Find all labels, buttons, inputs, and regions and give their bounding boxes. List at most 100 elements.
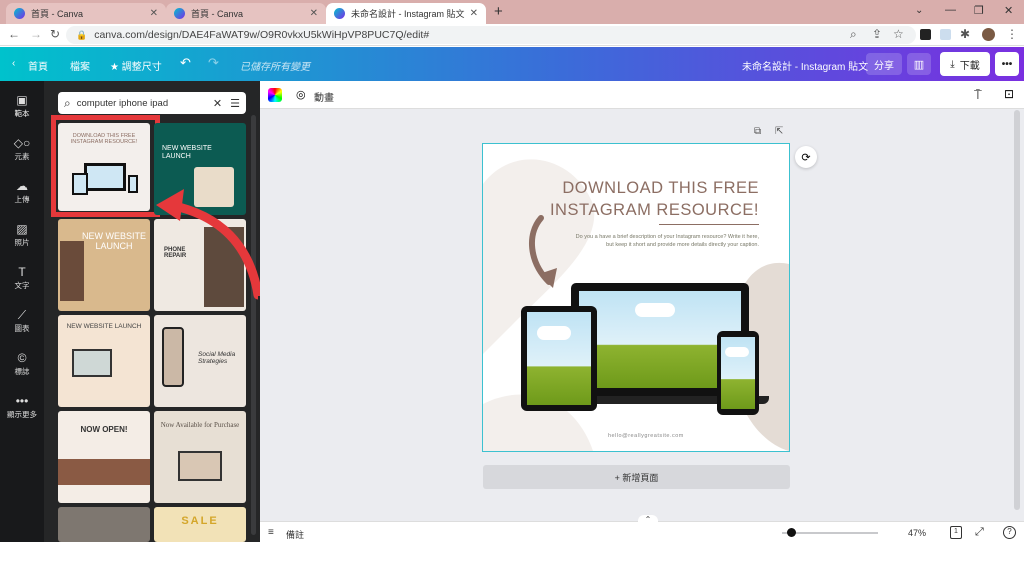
- banner-shape: [58, 459, 150, 485]
- clear-icon[interactable]: ✕: [213, 97, 222, 110]
- phone-screen: [721, 337, 755, 409]
- lock-icon: 🔒: [76, 29, 88, 40]
- close-icon[interactable]: ✕: [310, 8, 318, 19]
- chevron-down-icon[interactable]: ⌄: [915, 5, 923, 16]
- rail-item-uploads[interactable]: ☁ 上傳: [0, 179, 44, 205]
- animate-icon[interactable]: ◎: [296, 88, 306, 101]
- forward-icon[interactable]: →: [30, 27, 42, 41]
- tablet-screen: [527, 312, 591, 405]
- text-icon: T: [18, 265, 26, 279]
- animate-button[interactable]: 動畫: [314, 89, 334, 104]
- notion-extension-icon[interactable]: [920, 29, 931, 40]
- canvas-scrollbar[interactable]: [1014, 110, 1020, 510]
- cloud-shape: [635, 303, 675, 317]
- close-icon[interactable]: ✕: [470, 8, 478, 19]
- add-page-icon[interactable]: ⇱: [775, 126, 783, 137]
- template-thumbnail[interactable]: NEW WEBSITE LAUNCH: [58, 315, 150, 407]
- phone-graphic[interactable]: [717, 331, 759, 415]
- design-description-line2[interactable]: but keep it short and provide more detai…: [606, 242, 759, 248]
- rail-item-charts[interactable]: ⟋ 圖表: [0, 308, 44, 334]
- design-page[interactable]: DOWNLOAD THIS FREE INSTAGRAM RESOURCE! D…: [482, 143, 790, 452]
- save-status: 已儲存所有變更: [240, 62, 310, 73]
- restore-icon[interactable]: ❐: [974, 4, 984, 17]
- browser-tab[interactable]: 首頁 - Canva ✕: [6, 3, 166, 24]
- browser-menu-icon[interactable]: ⋮: [1006, 27, 1018, 41]
- design-title[interactable]: 未命名設計 - Instagram 貼文: [742, 58, 868, 73]
- notes-button[interactable]: 備註: [286, 528, 304, 541]
- bookmark-star-icon[interactable]: ☆: [893, 27, 904, 41]
- reload-icon[interactable]: ↻: [50, 27, 60, 41]
- rail-label: 標誌: [14, 367, 30, 376]
- design-headline-line1[interactable]: DOWNLOAD THIS FREE: [562, 179, 759, 198]
- address-bar: ← → ↻ 🔒 canva.com/design/DAE4FaWAT9w/O9R…: [0, 24, 1024, 46]
- download-button[interactable]: ⤓ 下載: [940, 52, 990, 76]
- extension-icon[interactable]: [940, 29, 951, 40]
- template-thumbnail[interactable]: DOWNLOAD THIS FREE INSTAGRAM RESOURCE!: [58, 123, 150, 211]
- page-count-button[interactable]: 1: [950, 526, 962, 539]
- add-page-button[interactable]: + 新增頁面: [483, 465, 790, 489]
- design-email[interactable]: hello@reallygreatsite.com: [608, 433, 684, 439]
- panel-scrollbar[interactable]: [251, 115, 256, 535]
- thumb-title: NEW WEBSITE LAUNCH: [66, 323, 142, 330]
- rail-item-templates[interactable]: ▣ 範本: [0, 93, 44, 119]
- zoom-icon[interactable]: ⌕: [850, 27, 857, 42]
- close-icon[interactable]: ✕: [150, 8, 158, 19]
- help-icon[interactable]: ?: [1003, 526, 1016, 539]
- tablet-image: [72, 173, 88, 195]
- chart-icon: ⟋: [17, 308, 27, 322]
- rail-item-elements[interactable]: ◇○ 元素: [0, 136, 44, 162]
- design-headline-line2[interactable]: INSTAGRAM RESOURCE!: [550, 201, 759, 220]
- minimize-icon[interactable]: —: [945, 4, 956, 16]
- insights-chart-icon[interactable]: ▥: [907, 53, 931, 75]
- thumb-title: SALE: [181, 515, 219, 527]
- redo-icon[interactable]: ↷: [208, 55, 219, 71]
- elements-icon: ◇○: [13, 136, 31, 150]
- annotation-arrow: [156, 189, 263, 300]
- notes-icon[interactable]: ≡: [268, 527, 274, 538]
- file-menu[interactable]: 檔案: [70, 58, 90, 73]
- tablet-graphic[interactable]: [521, 306, 597, 411]
- template-thumbnail[interactable]: Social Media Strategies: [154, 315, 246, 407]
- template-thumbnail[interactable]: [58, 507, 150, 542]
- zoom-level[interactable]: 47%: [908, 528, 926, 538]
- paint-roller-icon[interactable]: ⍑: [974, 87, 982, 103]
- design-description-line1[interactable]: Do you a have a brief description of you…: [576, 234, 759, 240]
- template-thumbnail[interactable]: NOW OPEN!: [58, 411, 150, 503]
- rail-label: 元素: [14, 152, 30, 161]
- comment-icon[interactable]: ⟳: [795, 146, 817, 168]
- chevron-left-icon[interactable]: ‹: [12, 58, 15, 69]
- template-thumbnail[interactable]: NEW WEBSITE LAUNCH: [58, 219, 150, 311]
- undo-icon[interactable]: ↶: [180, 55, 191, 71]
- puzzle-extensions-icon[interactable]: ✱: [960, 27, 970, 41]
- resize-button[interactable]: ★ 調整尺寸: [110, 58, 162, 73]
- share-button[interactable]: 分享: [866, 53, 902, 75]
- template-thumbnail[interactable]: Now Available for Purchase: [154, 411, 246, 503]
- home-link[interactable]: 首頁: [28, 58, 48, 73]
- browser-tab-active[interactable]: 未命名設計 - Instagram 貼文 ✕: [326, 3, 486, 24]
- zoom-slider[interactable]: [782, 532, 878, 534]
- cloud-shape: [725, 347, 749, 357]
- zoom-slider-thumb[interactable]: [786, 528, 796, 537]
- browser-tab[interactable]: 首頁 - Canva ✕: [166, 3, 326, 24]
- fullscreen-icon[interactable]: ⤢: [975, 526, 984, 539]
- close-window-icon[interactable]: ✕: [1004, 4, 1013, 17]
- rail-item-more[interactable]: ••• 顯示更多: [0, 394, 44, 420]
- color-picker-icon[interactable]: [268, 88, 282, 102]
- profile-avatar[interactable]: [982, 28, 995, 41]
- duplicate-page-icon[interactable]: ⧉: [754, 126, 761, 137]
- lock-icon[interactable]: ⊡: [1004, 87, 1014, 101]
- new-tab-button[interactable]: +: [494, 3, 503, 20]
- thumb-title: NEW WEBSITE LAUNCH: [162, 145, 212, 160]
- filter-icon[interactable]: ☰: [230, 97, 240, 110]
- template-thumbnail[interactable]: SALE: [154, 507, 246, 542]
- more-options-icon[interactable]: •••: [995, 52, 1019, 76]
- chevron-up-icon[interactable]: ⌃: [638, 515, 658, 525]
- photo-icon: ▨: [16, 222, 28, 236]
- search-input[interactable]: ⌕ computer iphone ipad ✕ ☰: [58, 92, 246, 114]
- back-icon[interactable]: ←: [8, 27, 20, 41]
- rail-item-text[interactable]: T 文字: [0, 265, 44, 291]
- rail-item-photos[interactable]: ▨ 照片: [0, 222, 44, 248]
- share-page-icon[interactable]: ⇪: [872, 27, 882, 41]
- url-field[interactable]: 🔒 canva.com/design/DAE4FaWAT9w/O9R0vkxU5…: [66, 26, 916, 44]
- rail-item-logos[interactable]: © 標誌: [0, 351, 44, 377]
